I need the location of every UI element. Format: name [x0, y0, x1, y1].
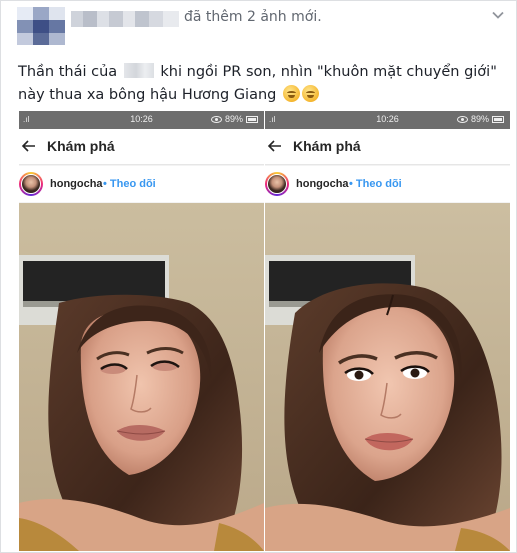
eye-icon: [210, 115, 222, 123]
selfie-photo: [265, 203, 510, 551]
screenshot-2[interactable]: .ıl 10:26 89% Khám phá hongocha • Theo d…: [265, 111, 510, 551]
laughing-emoji-icon: [282, 85, 300, 102]
battery-percent: 89%: [470, 114, 489, 124]
back-arrow-icon[interactable]: [267, 138, 283, 154]
battery-icon: [246, 115, 258, 123]
user-bar: hongocha • Theo dõi: [19, 166, 264, 202]
status-bar: .ıl 10:26 89%: [265, 111, 510, 129]
status-bar: .ıl 10:26 89%: [19, 111, 264, 129]
redacted-name: [123, 63, 154, 78]
facebook-post: đã thêm 2 ảnh mới. Thần thái của khi ngồ…: [0, 0, 517, 553]
username[interactable]: hongocha: [296, 178, 349, 190]
author-name[interactable]: [71, 11, 179, 27]
screenshot-1[interactable]: .ıl 10:26 89% Khám phá hongocha • Theo d…: [19, 111, 264, 551]
eye-icon: [456, 115, 468, 123]
selfie-photo: [19, 203, 264, 551]
username[interactable]: hongocha: [50, 178, 103, 190]
follow-link[interactable]: • Theo dõi: [103, 178, 156, 190]
battery-percent: 89%: [224, 114, 243, 124]
battery-icon: [492, 115, 504, 123]
laughing-emoji-icon: [301, 85, 319, 102]
avatar[interactable]: [17, 7, 65, 45]
profile-avatar[interactable]: [19, 172, 43, 196]
back-arrow-icon[interactable]: [21, 138, 37, 154]
caption-part-1: Thần thái của: [18, 64, 122, 80]
follow-link[interactable]: • Theo dõi: [349, 178, 402, 190]
profile-avatar[interactable]: [265, 172, 289, 196]
post-caption: Thần thái của khi ngồi PR son, nhìn "khu…: [18, 61, 508, 107]
nav-title: Khám phá: [293, 138, 361, 154]
nav-bar: Khám phá: [265, 129, 510, 165]
nav-title: Khám phá: [47, 138, 115, 154]
header-action-text: đã thêm 2 ảnh mới.: [184, 9, 322, 25]
nav-bar: Khám phá: [19, 129, 264, 165]
chevron-down-icon[interactable]: [492, 9, 504, 21]
user-bar: hongocha • Theo dõi: [265, 166, 510, 202]
